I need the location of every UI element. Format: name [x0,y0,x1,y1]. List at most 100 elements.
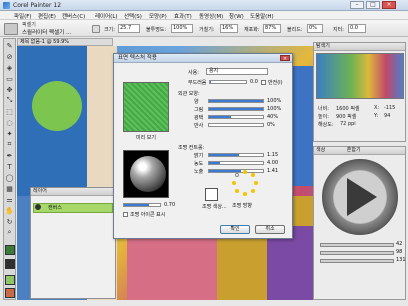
picture-label: 그림 [194,107,204,113]
dialog-close-button[interactable]: × [280,55,290,62]
invert-checkbox[interactable] [261,80,266,85]
nav-height-label: 높이: [318,114,329,120]
show-light-checkbox[interactable] [123,212,128,217]
menu-select[interactable]: 선택(S) [124,12,142,20]
menu-canvas[interactable]: 캔버스(C) [62,12,85,20]
ok-button[interactable]: 확인 [220,225,250,234]
navigator-thumbnail[interactable] [316,53,404,99]
layer-row[interactable]: 캔버스 [33,203,113,213]
light-color-swatch[interactable] [205,188,218,201]
nav-resolution-label: 해상도: [318,122,334,128]
apply-surface-texture-dialog: 표면 텍스처 적용 × 사용: 용지 부드러움 0.0 반전(I) 미리 보기 … [113,53,293,239]
size-field[interactable]: 25.7 [118,24,140,33]
light-color-label[interactable]: 조명 색상... [202,203,227,210]
show-light-label: 조명 아이콘 표시 [130,212,166,218]
layers-panel: 레이어 캔버스 [30,187,116,299]
shape-tool-icon[interactable]: ◯ [5,173,14,182]
lasso-tool-icon[interactable]: ◌ [5,118,14,127]
resat-label: 재포화: [244,27,260,33]
light-direction-control[interactable] [232,170,258,196]
eye-icon[interactable] [35,204,41,210]
saturation-triangle[interactable] [347,178,377,216]
concentration-label: 농도 [194,161,204,167]
grain-field[interactable]: 16% [220,24,238,33]
menu-movie[interactable]: 동영상(M) [199,12,223,20]
reset-tool-icon[interactable] [92,25,100,33]
bleed-field[interactable]: 0% [307,24,323,33]
menu-help[interactable]: 도움말(H) [250,12,274,20]
divine-proportion-icon[interactable]: ▦ [5,184,14,193]
menu-file[interactable]: 파일(F) [14,12,32,20]
maximize-button[interactable]: □ [366,1,380,9]
menu-layers[interactable]: 레이어(L) [95,12,118,20]
paint-bucket-icon[interactable]: ◈ [5,63,14,72]
crop-tool-icon[interactable]: ⌗ [5,140,14,149]
paper-selector-icon[interactable] [5,275,15,285]
color-slider-2-value: 98 [396,249,403,255]
magic-wand-icon[interactable]: ✦ [5,129,14,138]
menu-edit[interactable]: 편집(E) [38,12,56,20]
app-icon [3,2,10,9]
grabber-tool-icon[interactable]: ✋ [5,206,14,215]
magnifier-tool-icon[interactable]: ⌕ [5,228,14,237]
exposure-value: 1.41 [267,168,279,174]
brightness-slider[interactable] [208,153,264,157]
shine-slider[interactable] [208,115,264,119]
color-slider-3[interactable] [320,259,394,263]
title-bar: Corel Painter 12 – □ × [0,0,408,11]
color-panel: 색상 혼합기 42 98 131 [313,146,406,300]
brush-selector-icon[interactable] [4,23,18,35]
eraser-tool-icon[interactable]: ▭ [5,74,14,83]
nav-y-value: 94 [384,113,391,119]
document-tab[interactable]: 제목 없음-1 @ 59.9% [17,38,113,46]
main-color-swatch[interactable] [5,245,15,255]
menu-bar: 파일(F) 편집(E) 캔버스(C) 레이어(L) 선택(S) 모양(P) 효과… [0,11,408,20]
pen-tool-icon[interactable]: ✒ [5,151,14,160]
using-select[interactable]: 용지 [206,68,268,75]
menu-effects[interactable]: 효과(T) [174,12,192,20]
resat-field[interactable]: 87% [263,24,281,33]
nav-y-label: Y: [374,113,379,119]
amount-label: 양 [194,99,199,105]
nav-height-value: 900 픽셀 [336,114,357,120]
cancel-button[interactable]: 취소 [255,225,285,234]
light-sphere-preview[interactable] [123,150,169,198]
layer-adjuster-icon[interactable]: ✥ [5,85,14,94]
menu-window[interactable]: 창(W) [229,12,244,20]
rect-select-icon[interactable]: ⬚ [5,107,14,116]
light-ball-slider[interactable] [123,203,161,207]
brush-variant[interactable]: 스월러이터 펙셀기 ... [22,28,71,36]
additional-color-swatch[interactable] [5,259,15,269]
light-controls-label: 조명 컨트롤: [178,145,205,151]
color-slider-2[interactable] [320,251,394,255]
text-tool-icon[interactable]: T [5,162,14,171]
color-slider-1[interactable] [320,243,394,247]
amount-slider[interactable] [208,99,264,103]
brush-tool-icon[interactable]: ✎ [5,41,14,50]
color-slider-1-value: 42 [396,241,403,247]
dialog-title-bar: 표면 텍스처 적용 × [114,54,292,63]
minimize-button[interactable]: – [350,1,364,9]
rotate-page-icon[interactable]: ↻ [5,217,14,226]
nav-width-label: 너비: [318,106,329,112]
using-label: 사용: [188,70,199,76]
pattern-selector-icon[interactable] [5,288,15,298]
size-label: 크기: [104,27,115,33]
reflection-slider[interactable] [208,123,264,127]
mirror-tool-icon[interactable]: ⚌ [5,195,14,204]
menu-shapes[interactable]: 모양(P) [149,12,167,20]
app-title: Corel Painter 12 [13,2,62,9]
concentration-slider[interactable] [208,161,264,165]
dropper-tool-icon[interactable]: ⊘ [5,52,14,61]
brightness-value: 1.15 [267,152,279,158]
opacity-field[interactable]: 100% [171,24,193,33]
smooth-slider[interactable] [209,80,247,84]
mixer-tab[interactable]: 혼합기 [347,147,361,153]
color-panel-title: 색상 혼합기 [314,147,405,155]
jitter-field[interactable]: 0.0 [348,24,366,33]
color-tab[interactable]: 색상 [316,147,325,153]
brush-category[interactable]: 픽셀기 [22,21,36,28]
transform-tool-icon[interactable]: ⤡ [5,96,14,105]
close-button[interactable]: × [382,1,396,9]
picture-slider[interactable] [208,107,264,111]
